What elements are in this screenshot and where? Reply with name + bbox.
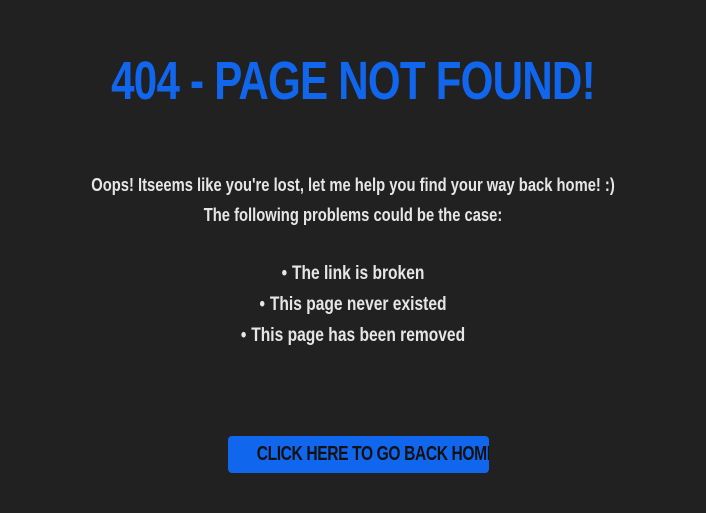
bullet-icon: •: [259, 294, 265, 315]
problem-item-label: The link is broken: [291, 263, 425, 284]
page-title: 404 - PAGE NOT FOUND!: [111, 51, 595, 111]
problem-item-link-broken: • The link is broken: [64, 258, 643, 289]
problem-item-label: This page has been removed: [251, 325, 466, 346]
error-message-line-2: The following problems could be the case…: [203, 205, 503, 225]
problem-item-label: This page never existed: [269, 294, 447, 315]
problem-item-never-existed: • This page never existed: [64, 289, 643, 320]
bullet-icon: •: [281, 263, 288, 284]
problem-item-removed: • This page has been removed: [64, 320, 643, 351]
error-message: Oops! Itseems like you're lost, let me h…: [64, 170, 643, 230]
error-message-line-1: Oops! Itseems like you're lost, let me h…: [91, 175, 615, 195]
back-home-button[interactable]: CLICK HERE TO GO BACK HOME: [228, 436, 489, 473]
error-page: 404 - PAGE NOT FOUND! Oops! Itseems like…: [0, 0, 706, 513]
bullet-icon: •: [240, 325, 247, 346]
problem-list: • The link is broken • This page never exi…: [64, 258, 643, 351]
back-home-button-label: CLICK HERE TO GO BACK HOME: [256, 443, 489, 465]
